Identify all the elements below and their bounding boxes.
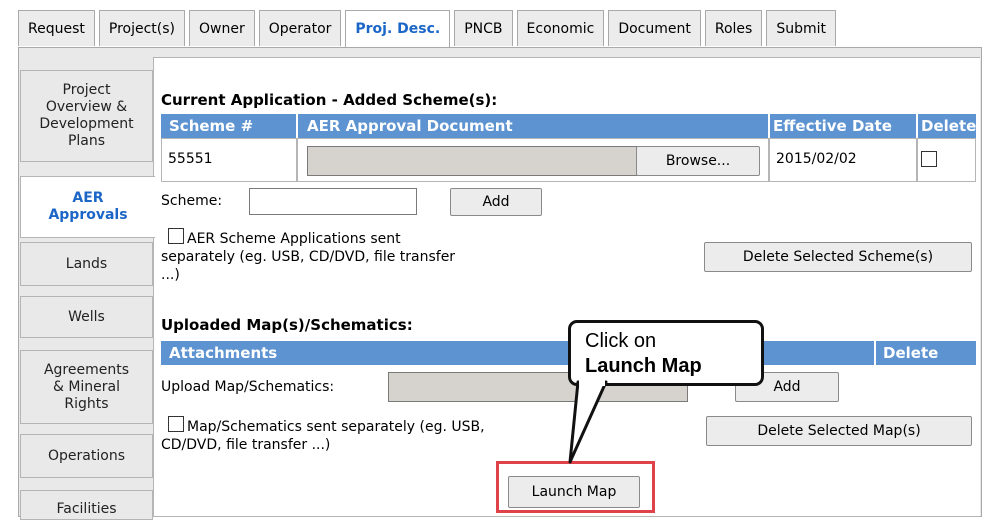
sidetab-project-overview[interactable]: Project Overview & Development Plans [20,70,153,162]
sidetab-operations[interactable]: Operations [20,434,153,478]
delete-selected-maps-button[interactable]: Delete Selected Map(s) [706,416,972,446]
sidetab-agreements[interactable]: Agreements & Mineral Rights [20,350,153,424]
delete-selected-schemes-button[interactable]: Delete Selected Scheme(s) [704,242,972,272]
schemes-title: Current Application - Added Scheme(s): [161,91,498,109]
sidetab-facilities[interactable]: Facilities [20,490,153,520]
tab-roles[interactable]: Roles [704,10,763,46]
delete-checkbox[interactable] [921,151,937,167]
document-file-field[interactable] [307,146,637,176]
sidetab-label: Operations [48,447,125,464]
divider [916,114,918,138]
tab-operator[interactable]: Operator [258,10,342,46]
scheme-input[interactable] [249,188,417,215]
col-attachments: Attachments [169,344,278,362]
callout-line2: Launch Map [585,355,702,377]
tab-proj-desc[interactable]: Proj. Desc. [345,10,451,48]
sidetab-label: Lands [65,255,108,272]
scheme-cell: 55551 [161,138,297,182]
sidetab-label: Agreements & Mineral Rights [43,361,130,412]
map-sent-separately-label: Map/Schematics sent separately (eg. USB,… [161,419,485,453]
divider [768,114,770,138]
tab-submit[interactable]: Submit [766,10,836,46]
top-tab-bar: Request Project(s) Owner Operator Proj. … [18,10,840,48]
tab-economic[interactable]: Economic [516,10,605,46]
sidetab-label: AER Approvals [48,190,128,223]
effective-date: 2015/02/02 [776,151,857,167]
sidetab-label: Facilities [56,501,117,517]
sidetab-label: Project Overview & Development Plans [39,82,134,149]
upload-label: Upload Map/Schematics: [161,379,335,395]
col-scheme: Scheme # [169,117,254,135]
col-aer-approval-document: AER Approval Document [307,117,513,135]
maps-title: Uploaded Map(s)/Schematics: [161,316,413,334]
tab-document[interactable]: Document [608,10,701,46]
schemes-table-header: Scheme # AER Approval Document Effective… [161,114,976,138]
tab-pncb[interactable]: PNCB [454,10,513,46]
sidetab-label: Wells [68,308,105,325]
col-delete: Delete [883,344,939,362]
col-effective-date: Effective Date [773,117,892,135]
sidetab-lands[interactable]: Lands [20,242,153,286]
effective-date-cell: 2015/02/02 [769,138,917,182]
add-scheme-button[interactable]: Add [450,188,542,216]
divider [296,114,298,138]
scheme-label: Scheme: [161,193,223,209]
scheme-number: 55551 [168,151,213,167]
callout-pointer [568,380,608,464]
col-delete: Delete [921,117,977,135]
tab-projects[interactable]: Project(s) [98,10,185,46]
scheme-sent-separately-label: AER Scheme Applications sent separately … [161,231,456,283]
tab-request[interactable]: Request [18,10,95,46]
browse-button[interactable]: Browse... [636,146,760,176]
callout-bubble: Click on Launch Map [568,320,764,386]
callout-line1: Click on [585,330,657,352]
tab-owner[interactable]: Owner [189,10,255,46]
sidetab-wells[interactable]: Wells [20,296,153,338]
divider [874,341,876,365]
sidetab-aer-approvals[interactable]: AER Approvals [20,176,155,238]
